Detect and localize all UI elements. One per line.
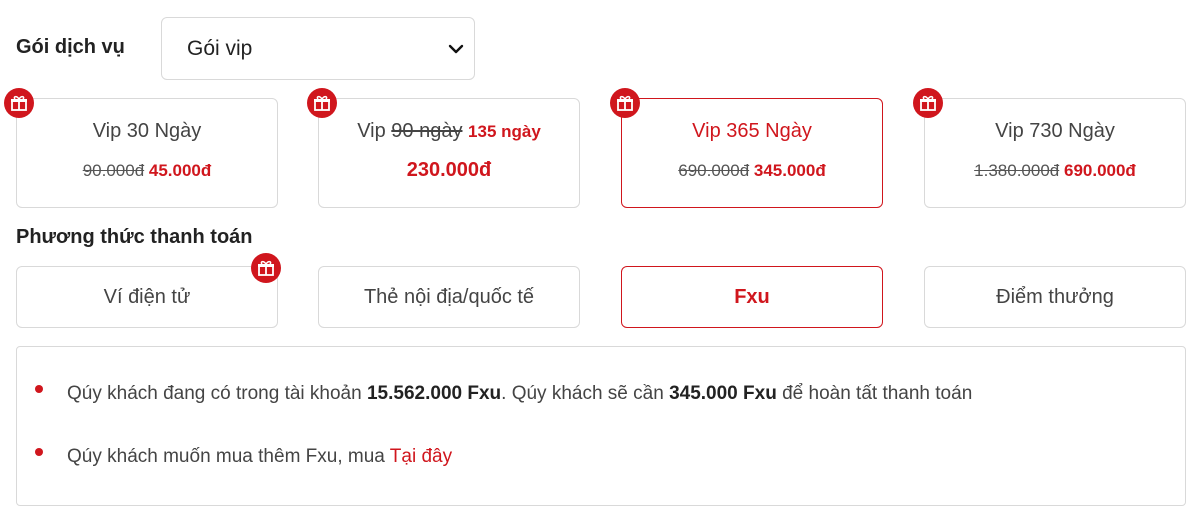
- package-card-vip-365[interactable]: Vip 365 Ngày 690.000đ 345.000đ: [621, 98, 883, 208]
- package-price: 230.000đ: [406, 159, 492, 181]
- payment-fxu-button[interactable]: Fxu: [621, 266, 883, 328]
- payment-e-wallet-button[interactable]: Ví điện tử: [16, 266, 278, 328]
- new-price: 690.000đ: [1063, 161, 1136, 180]
- bullet-dot: [35, 448, 43, 456]
- package-card-vip-30[interactable]: Vip 30 Ngày 90.000đ 45.000đ: [16, 98, 278, 208]
- package-title: Vip 90 ngày 135 ngày: [319, 120, 579, 143]
- package-title-old: 90 ngày: [391, 120, 463, 142]
- package-title: Vip 365 Ngày: [692, 120, 812, 142]
- service-select-value: Gói vip: [187, 36, 253, 60]
- balance-info-text: Qúy khách đang có trong tài khoản 15.562…: [67, 383, 972, 405]
- gift-icon: [251, 253, 281, 283]
- payment-info-box: Qúy khách đang có trong tài khoản 15.562…: [16, 346, 1186, 506]
- service-select[interactable]: Gói vip: [161, 17, 475, 80]
- info-text: . Qúy khách sẽ cần: [501, 383, 670, 404]
- chevron-down-icon: [448, 44, 464, 54]
- old-price: 90.000đ: [82, 161, 145, 180]
- payment-card-button[interactable]: Thẻ nội địa/quốc tế: [318, 266, 580, 328]
- info-text: Qúy khách đang có trong tài khoản: [67, 383, 367, 404]
- package-card-vip-730[interactable]: Vip 730 Ngày 1.380.000đ 690.000đ: [924, 98, 1186, 208]
- service-label: Gói dịch vụ: [16, 36, 125, 58]
- payment-points-button[interactable]: Điểm thưởng: [924, 266, 1186, 328]
- buy-more-text: Qúy khách muốn mua thêm Fxu, mua Tại đây: [67, 446, 452, 468]
- package-title-new: 135 ngày: [468, 122, 541, 141]
- old-price: 690.000đ: [678, 161, 750, 180]
- old-price: 1.380.000đ: [974, 161, 1060, 180]
- package-prices: 90.000đ 45.000đ: [17, 161, 277, 181]
- package-card-vip-90[interactable]: Vip 90 ngày 135 ngày 230.000đ: [318, 98, 580, 208]
- package-title: Vip 30 Ngày: [92, 120, 202, 142]
- bullet-dot: [35, 385, 43, 393]
- buy-here-link[interactable]: Tại đây: [390, 446, 452, 467]
- info-text: Qúy khách muốn mua thêm Fxu, mua: [67, 446, 390, 467]
- gift-icon: [610, 88, 640, 118]
- package-title: Vip 730 Ngày: [995, 120, 1115, 142]
- gift-icon: [307, 88, 337, 118]
- gift-icon: [913, 88, 943, 118]
- package-prices: 1.380.000đ 690.000đ: [925, 161, 1185, 181]
- package-title-prefix: Vip: [357, 120, 386, 142]
- balance-value: 15.562.000 Fxu: [366, 383, 502, 404]
- payment-method-label: Phương thức thanh toán: [16, 226, 253, 248]
- new-price: 345.000đ: [753, 161, 826, 180]
- package-prices: 690.000đ 345.000đ: [622, 161, 882, 181]
- new-price: 45.000đ: [148, 161, 212, 180]
- info-text: để hoàn tất thanh toán: [776, 383, 973, 404]
- required-value: 345.000 Fxu: [669, 383, 777, 404]
- gift-icon: [4, 88, 34, 118]
